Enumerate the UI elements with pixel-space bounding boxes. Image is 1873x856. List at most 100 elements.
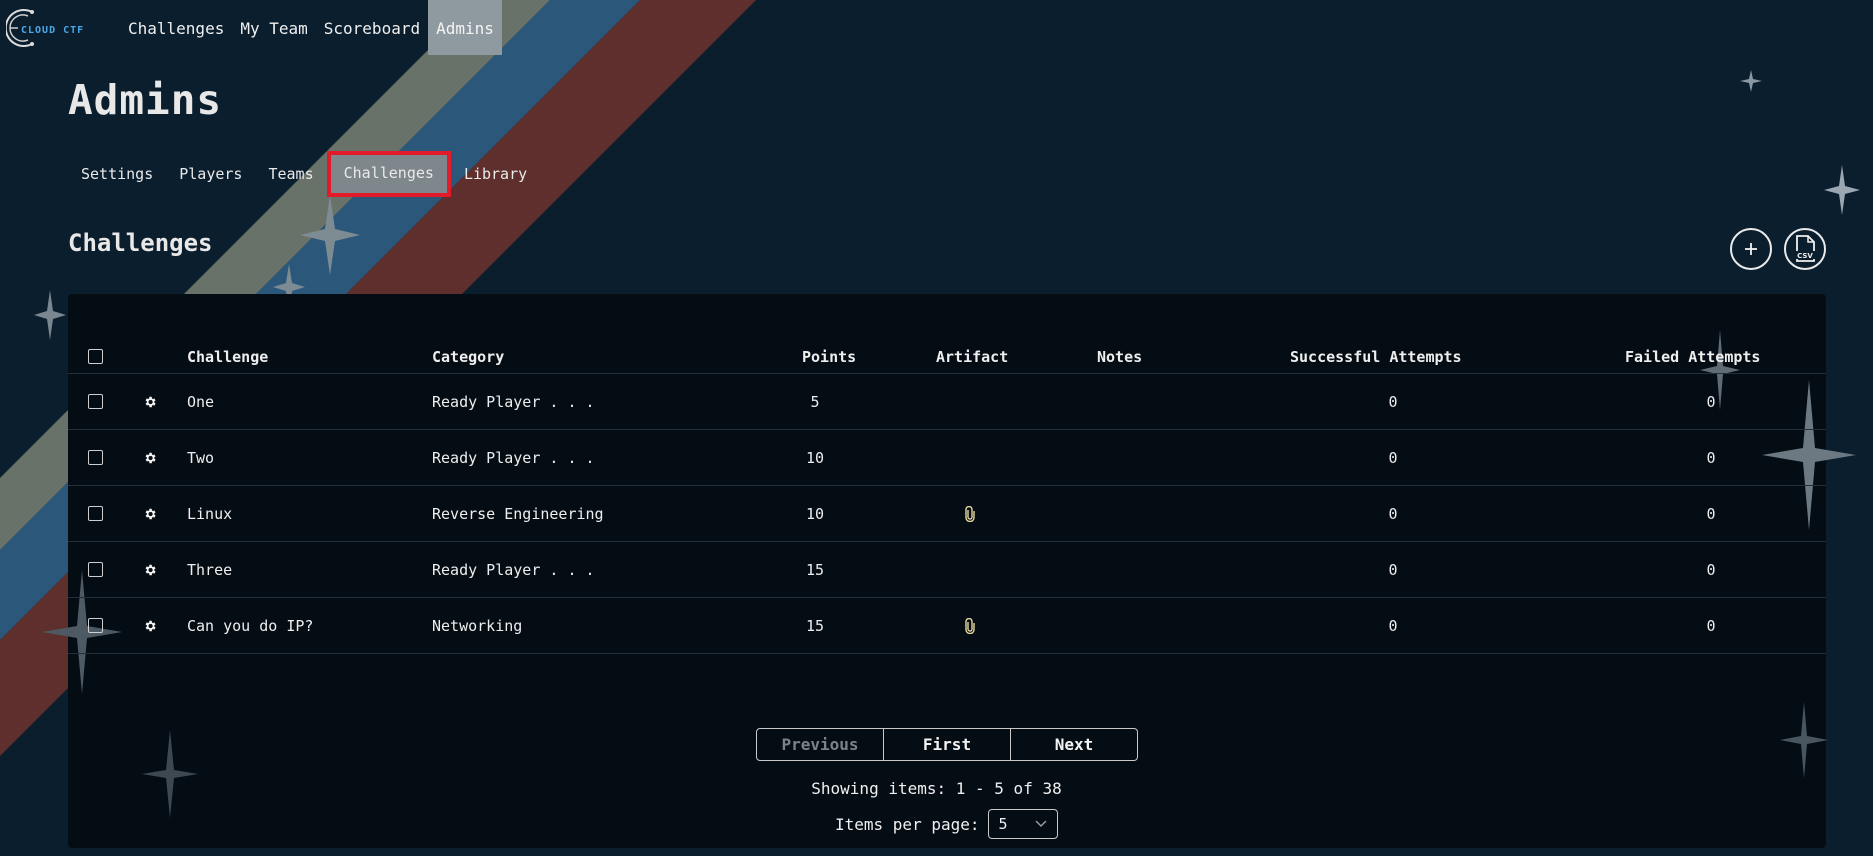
chevron-down-icon xyxy=(1035,820,1046,827)
table-row: Can you do IP? Networking 15 0 0 xyxy=(68,598,1826,654)
cell-points: 15 xyxy=(805,560,825,579)
cell-failed-attempts: 0 xyxy=(1706,448,1716,467)
cell-challenge[interactable]: One xyxy=(187,374,214,429)
next-page-button[interactable]: Next xyxy=(1011,729,1137,760)
table-row: Linux Reverse Engineering 10 0 0 xyxy=(68,486,1826,542)
subnav-settings[interactable]: Settings xyxy=(68,155,166,193)
cloud-ctf-logo[interactable]: CLOUD CTF xyxy=(6,6,98,50)
cell-successful-attempts: 0 xyxy=(1388,616,1398,635)
nav-link-admins[interactable]: Admins xyxy=(428,0,502,55)
cell-points: 5 xyxy=(810,392,820,411)
row-checkbox[interactable] xyxy=(88,562,103,577)
cell-challenge[interactable]: Can you do IP? xyxy=(187,598,313,653)
row-checkbox[interactable] xyxy=(88,506,103,521)
cell-category: Ready Player . . . xyxy=(432,392,595,411)
cell-points: 15 xyxy=(805,616,825,635)
sparkle-icon xyxy=(300,195,360,275)
gear-icon xyxy=(143,619,157,633)
col-header-successful-attempts[interactable]: Successful Attempts xyxy=(1290,340,1462,373)
items-per-page-value: 5 xyxy=(998,815,1008,833)
row-checkbox[interactable] xyxy=(88,394,103,409)
gear-icon xyxy=(143,563,157,577)
col-header-failed-attempts[interactable]: Failed Attempts xyxy=(1625,340,1760,373)
challenges-table: Challenge Category Points Artifact Notes… xyxy=(68,340,1826,654)
export-csv-button[interactable]: CSV xyxy=(1784,228,1826,270)
cell-category: Networking xyxy=(432,616,523,635)
col-header-category[interactable]: Category xyxy=(432,340,504,373)
first-page-button[interactable]: First xyxy=(884,729,1011,760)
sparkle-icon xyxy=(34,290,66,340)
row-settings-button[interactable] xyxy=(143,430,157,485)
items-per-page-label: Items per page: xyxy=(835,814,980,834)
cell-points: 10 xyxy=(805,448,825,467)
admin-subnav: Settings Players Teams Challenges Librar… xyxy=(68,151,540,197)
artifact-paperclip[interactable] xyxy=(965,598,975,653)
plus-icon xyxy=(1745,243,1757,255)
artifact-paperclip[interactable] xyxy=(965,486,975,541)
col-header-artifact[interactable]: Artifact xyxy=(936,340,1008,373)
cell-successful-attempts: 0 xyxy=(1388,448,1398,467)
table-header-row: Challenge Category Points Artifact Notes… xyxy=(68,340,1826,374)
cell-category: Reverse Engineering xyxy=(432,504,604,523)
table-row: One Ready Player . . . 5 0 0 xyxy=(68,374,1826,430)
col-header-points[interactable]: Points xyxy=(802,340,856,373)
nav-link-scoreboard[interactable]: Scoreboard xyxy=(316,0,428,55)
row-select-cell xyxy=(88,598,103,653)
nav-links: Challenges My Team Scoreboard Admins xyxy=(120,0,502,55)
cell-failed-attempts: 0 xyxy=(1706,504,1716,523)
select-all-checkbox[interactable] xyxy=(88,349,103,364)
svg-text:CSV: CSV xyxy=(1797,252,1813,260)
subnav-challenges[interactable]: Challenges xyxy=(326,151,451,197)
cell-challenge[interactable]: Two xyxy=(187,430,214,485)
sparkle-icon xyxy=(1780,702,1828,778)
nav-link-my-team[interactable]: My Team xyxy=(232,0,315,55)
pagination: Previous First Next xyxy=(756,728,1138,761)
row-settings-button[interactable] xyxy=(143,374,157,429)
add-challenge-button[interactable] xyxy=(1730,228,1772,270)
row-checkbox[interactable] xyxy=(88,618,103,633)
cell-failed-attempts: 0 xyxy=(1706,560,1716,579)
row-select-cell xyxy=(88,430,103,485)
row-settings-button[interactable] xyxy=(143,542,157,597)
cell-failed-attempts: 0 xyxy=(1706,392,1716,411)
nav-link-challenges[interactable]: Challenges xyxy=(120,0,232,55)
col-header-challenge[interactable]: Challenge xyxy=(187,340,268,373)
cell-challenge[interactable]: Three xyxy=(187,542,232,597)
cell-challenge[interactable]: Linux xyxy=(187,486,232,541)
page-title: Admins xyxy=(68,76,223,124)
subnav-library[interactable]: Library xyxy=(451,155,540,193)
cell-successful-attempts: 0 xyxy=(1388,504,1398,523)
sparkle-icon xyxy=(1824,165,1860,215)
paperclip-icon xyxy=(965,617,975,634)
section-title: Challenges xyxy=(68,229,213,257)
svg-text:CLOUD CTF: CLOUD CTF xyxy=(21,25,84,36)
showing-items-text: Showing items: 1 - 5 of 38 xyxy=(811,779,1062,798)
csv-file-icon: CSV xyxy=(1794,235,1816,262)
cell-category: Ready Player . . . xyxy=(432,448,595,467)
previous-page-button[interactable]: Previous xyxy=(757,729,884,760)
cell-category: Ready Player . . . xyxy=(432,560,595,579)
gear-icon xyxy=(143,507,157,521)
row-select-cell xyxy=(88,542,103,597)
paperclip-icon xyxy=(965,505,975,522)
sparkle-icon xyxy=(1740,70,1762,92)
row-select-cell xyxy=(88,486,103,541)
row-settings-button[interactable] xyxy=(143,598,157,653)
cell-failed-attempts: 0 xyxy=(1706,616,1716,635)
row-select-cell xyxy=(88,374,103,429)
subnav-teams[interactable]: Teams xyxy=(255,155,326,193)
row-settings-button[interactable] xyxy=(143,486,157,541)
sparkle-icon xyxy=(142,730,198,818)
cell-successful-attempts: 0 xyxy=(1388,392,1398,411)
col-header-notes[interactable]: Notes xyxy=(1097,340,1142,373)
table-row: Three Ready Player . . . 15 0 0 xyxy=(68,542,1826,598)
gear-icon xyxy=(143,451,157,465)
row-checkbox[interactable] xyxy=(88,450,103,465)
gear-icon xyxy=(143,395,157,409)
cell-points: 10 xyxy=(805,504,825,523)
subnav-players[interactable]: Players xyxy=(166,155,255,193)
table-row: Two Ready Player . . . 10 0 0 xyxy=(68,430,1826,486)
items-per-page-select[interactable]: 5 xyxy=(987,809,1058,839)
items-per-page: Items per page: 5 xyxy=(835,809,1058,839)
select-all-cell xyxy=(88,340,103,373)
